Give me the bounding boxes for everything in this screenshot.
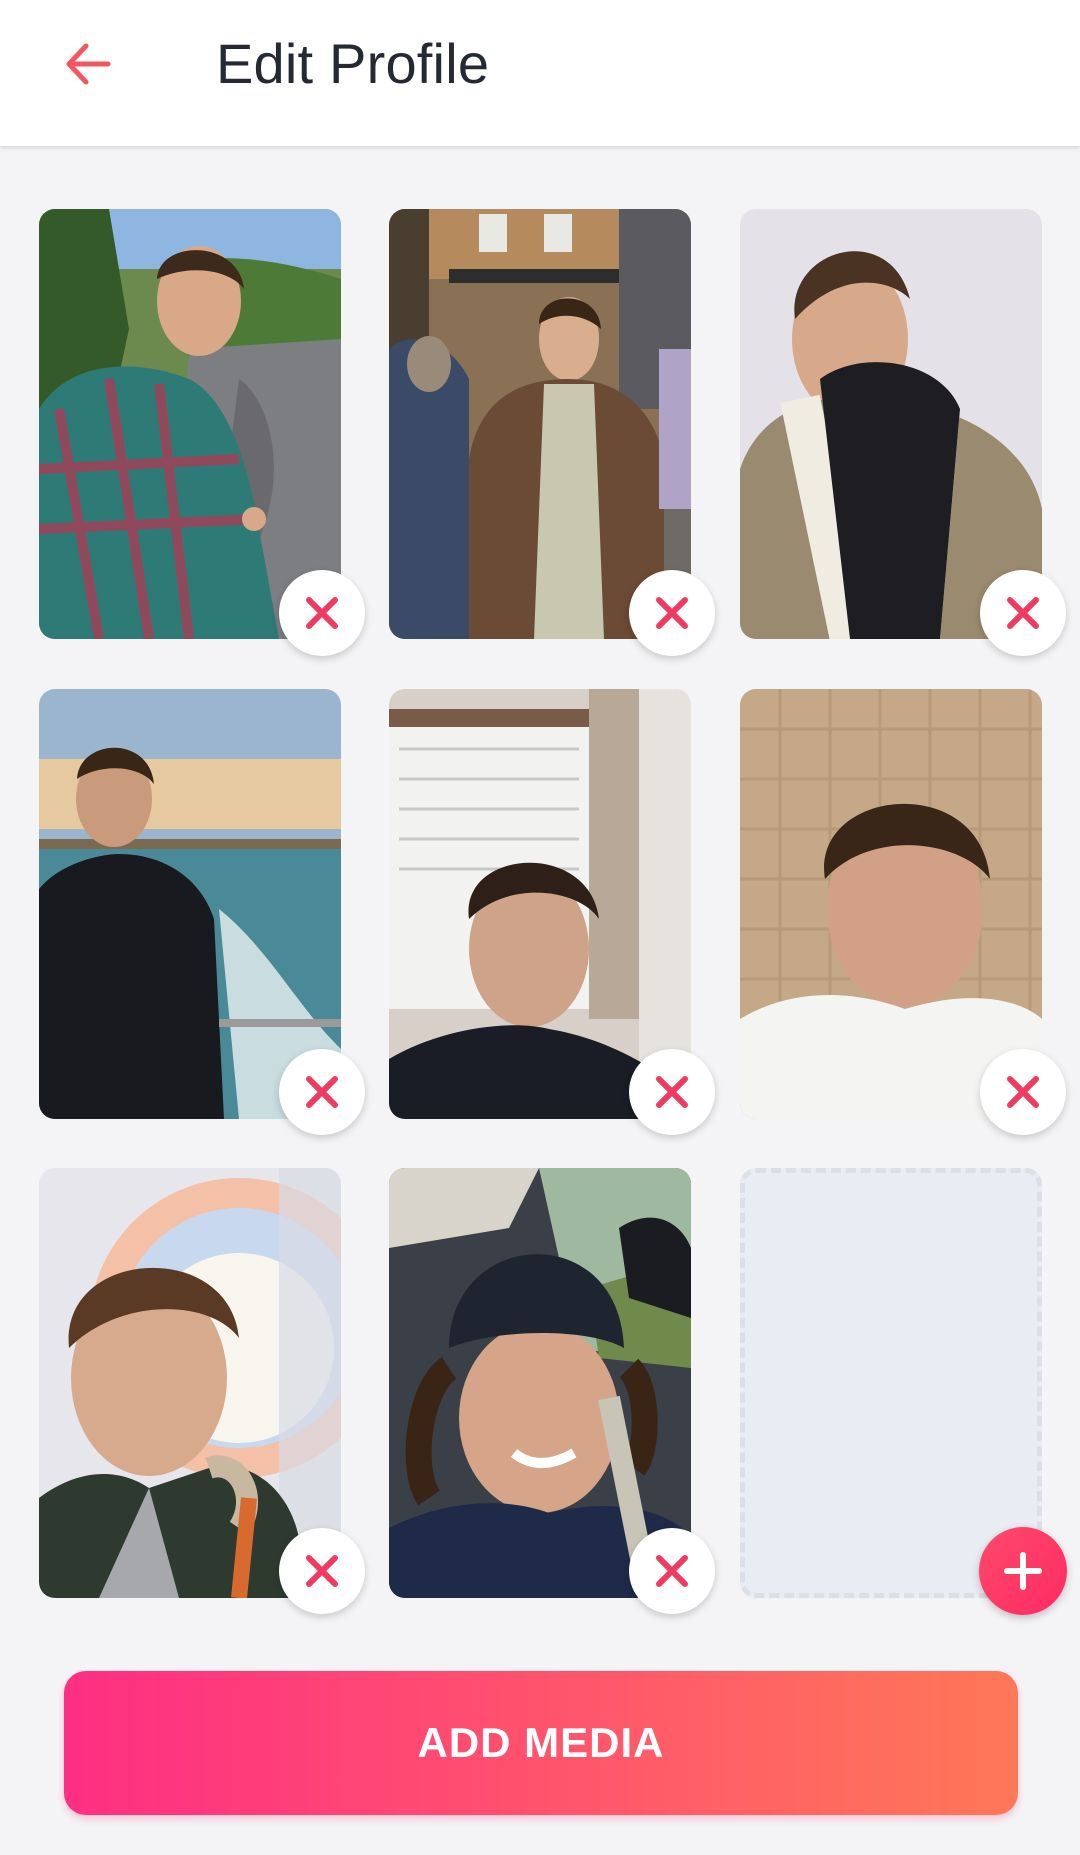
media-photo-3[interactable] — [740, 209, 1042, 639]
photo-image — [740, 689, 1042, 1119]
close-icon — [1007, 1076, 1039, 1108]
remove-photo-5-button[interactable] — [629, 1049, 715, 1135]
plus-icon — [1004, 1552, 1042, 1590]
media-photo-6[interactable] — [740, 689, 1042, 1119]
photo-image — [389, 1168, 691, 1598]
add-photo-button[interactable] — [979, 1527, 1067, 1615]
media-photo-5[interactable] — [389, 689, 691, 1119]
photo-image — [39, 209, 341, 639]
remove-photo-3-button[interactable] — [980, 570, 1066, 656]
photo-image — [39, 689, 341, 1119]
media-photo-1[interactable] — [39, 209, 341, 639]
close-icon — [306, 597, 338, 629]
remove-photo-8-button[interactable] — [629, 1528, 715, 1614]
media-photo-4[interactable] — [39, 689, 341, 1119]
photo-image — [389, 689, 691, 1119]
add-media-label: ADD MEDIA — [417, 1719, 665, 1766]
remove-photo-6-button[interactable] — [980, 1049, 1066, 1135]
photo-image — [39, 1168, 341, 1598]
media-grid — [0, 0, 1080, 1855]
close-icon — [306, 1555, 338, 1587]
remove-photo-1-button[interactable] — [279, 570, 365, 656]
close-icon — [306, 1076, 338, 1108]
remove-photo-7-button[interactable] — [279, 1528, 365, 1614]
media-photo-7[interactable] — [39, 1168, 341, 1598]
media-photo-8[interactable] — [389, 1168, 691, 1598]
add-media-button[interactable]: ADD MEDIA — [64, 1671, 1018, 1815]
close-icon — [1007, 597, 1039, 629]
remove-photo-4-button[interactable] — [279, 1049, 365, 1135]
remove-photo-2-button[interactable] — [629, 570, 715, 656]
empty-media-slot[interactable] — [740, 1168, 1042, 1598]
photo-image — [389, 209, 691, 639]
photo-image — [740, 209, 1042, 639]
close-icon — [656, 597, 688, 629]
close-icon — [656, 1555, 688, 1587]
media-photo-2[interactable] — [389, 209, 691, 639]
close-icon — [656, 1076, 688, 1108]
